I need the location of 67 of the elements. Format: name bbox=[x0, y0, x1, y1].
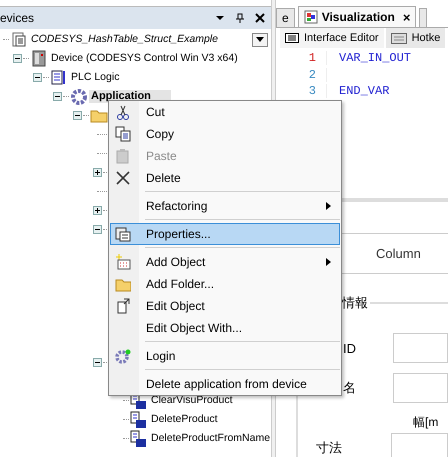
clipboard-icon bbox=[115, 148, 131, 164]
menu-item[interactable]: Refactoring bbox=[110, 195, 340, 217]
collapse-icon[interactable] bbox=[33, 73, 42, 82]
panel-title: evices bbox=[0, 11, 34, 25]
collapse-icon[interactable] bbox=[53, 92, 62, 101]
input-field[interactable] bbox=[392, 373, 448, 403]
tree-item[interactable]: DeleteProductFromName bbox=[149, 432, 271, 445]
menu-item[interactable]: Add Folder... bbox=[110, 273, 340, 295]
close-icon bbox=[115, 170, 131, 186]
table-icon bbox=[285, 33, 299, 43]
copy-icon bbox=[115, 126, 131, 142]
collapse-icon[interactable] bbox=[93, 358, 102, 367]
properties-icon bbox=[115, 226, 131, 242]
field-label: 寸法 bbox=[316, 439, 343, 457]
code-line: VAR_IN_OUT bbox=[338, 51, 412, 66]
add-object-icon bbox=[115, 254, 131, 270]
device-icon bbox=[30, 50, 48, 68]
collapse-icon[interactable] bbox=[93, 225, 102, 234]
page-icon bbox=[115, 298, 131, 314]
tree-item[interactable]: ClearVisuProduct bbox=[149, 394, 235, 407]
tree-item[interactable]: CODESYS_HashTable_Struct_Example bbox=[29, 33, 220, 46]
close-icon bbox=[255, 13, 265, 23]
gear-icon bbox=[70, 88, 88, 106]
keyboard-icon bbox=[390, 32, 407, 44]
collapse-icon[interactable] bbox=[73, 111, 82, 120]
visualization-icon bbox=[304, 10, 318, 24]
expand-icon[interactable] bbox=[93, 206, 102, 215]
dropdown-icon bbox=[256, 36, 264, 42]
pin-icon bbox=[235, 13, 245, 23]
document-icon bbox=[50, 68, 68, 86]
menu-item[interactable]: Delete bbox=[110, 167, 340, 189]
collapse-icon[interactable] bbox=[13, 54, 22, 63]
gear-icon bbox=[115, 348, 131, 364]
dropdown-icon bbox=[215, 13, 225, 23]
document-icon bbox=[10, 30, 28, 48]
line-number: 1 bbox=[276, 51, 327, 66]
method-icon bbox=[130, 430, 148, 448]
field-label: 幅[m bbox=[413, 414, 438, 430]
code-line: END_VAR bbox=[338, 84, 390, 98]
input-field[interactable] bbox=[391, 433, 448, 457]
tree-item[interactable]: Device (CODESYS Control Win V3 x64) bbox=[49, 52, 240, 65]
menu-item[interactable]: Edit Object bbox=[110, 295, 340, 317]
menu-item[interactable]: Copy bbox=[110, 123, 340, 145]
field-label: ID bbox=[343, 340, 357, 356]
tree-item[interactable]: PLC Logic bbox=[69, 71, 122, 84]
close-button[interactable]: × bbox=[402, 10, 410, 24]
input-field[interactable] bbox=[392, 333, 448, 363]
menu-item[interactable]: Delete application from device bbox=[110, 373, 340, 395]
tree-item[interactable]: DeleteProduct bbox=[149, 413, 220, 426]
method-icon bbox=[130, 410, 148, 428]
menu-item[interactable]: Properties... bbox=[110, 223, 340, 245]
column-header: Column bbox=[376, 246, 421, 261]
menu-item[interactable]: Add Object bbox=[110, 251, 340, 273]
line-number: 3 bbox=[276, 84, 327, 98]
field-label: 名 bbox=[343, 379, 357, 397]
editor-tab[interactable]: Hotke bbox=[386, 28, 446, 48]
menu-item[interactable]: Login bbox=[110, 345, 340, 367]
scissors-icon bbox=[115, 104, 131, 120]
field-label: 情報 bbox=[342, 294, 368, 312]
line-number: 2 bbox=[276, 68, 327, 82]
expand-icon[interactable] bbox=[93, 168, 102, 177]
editor-tab[interactable]: Interface Editor bbox=[280, 28, 384, 48]
dropdown-button[interactable] bbox=[252, 32, 268, 46]
menu-item[interactable]: Edit Object With... bbox=[110, 317, 340, 339]
editor-tab[interactable]: e bbox=[276, 8, 295, 27]
editor-tab[interactable]: Visualization × bbox=[298, 6, 416, 27]
menu-item[interactable]: Cut bbox=[110, 101, 340, 123]
